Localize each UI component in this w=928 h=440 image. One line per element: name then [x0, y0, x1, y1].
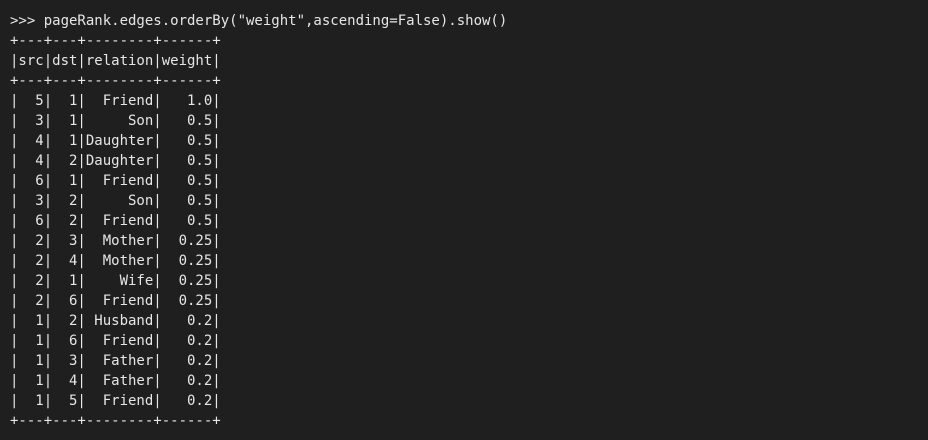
table-header-row: |src|dst|relation|weight|: [10, 53, 221, 69]
table-row: | 2| 6| Friend| 0.25|: [10, 293, 221, 309]
table-row: | 5| 1| Friend| 1.0|: [10, 93, 221, 109]
table-row: | 1| 4| Father| 0.2|: [10, 373, 221, 389]
table-border-top: +---+---+--------+------+: [10, 33, 221, 49]
table-row: | 2| 1| Wife| 0.25|: [10, 273, 221, 289]
terminal-output: >>> pageRank.edges.orderBy("weight",asce…: [10, 11, 507, 431]
table-row: | 4| 2|Daughter| 0.5|: [10, 153, 221, 169]
table-row: | 1| 5| Friend| 0.2|: [10, 393, 221, 409]
table-border-bottom: +---+---+--------+------+: [10, 413, 221, 429]
table-row: | 6| 1| Friend| 0.5|: [10, 173, 221, 189]
command-line: >>> pageRank.edges.orderBy("weight",asce…: [10, 13, 508, 29]
table-row: | 3| 1| Son| 0.5|: [10, 113, 221, 129]
table-row: | 1| 6| Friend| 0.2|: [10, 333, 221, 349]
terminal-window: >>> pageRank.edges.orderBy("weight",asce…: [0, 0, 928, 440]
table-border-header: +---+---+--------+------+: [10, 73, 221, 89]
table-row: | 1| 3| Father| 0.2|: [10, 353, 221, 369]
table-row: | 2| 3| Mother| 0.25|: [10, 233, 221, 249]
table-row: | 2| 4| Mother| 0.25|: [10, 253, 221, 269]
table-row: | 3| 2| Son| 0.5|: [10, 193, 221, 209]
table-row: | 4| 1|Daughter| 0.5|: [10, 133, 221, 149]
table-row: | 6| 2| Friend| 0.5|: [10, 213, 221, 229]
table-row: | 1| 2| Husband| 0.2|: [10, 313, 221, 329]
